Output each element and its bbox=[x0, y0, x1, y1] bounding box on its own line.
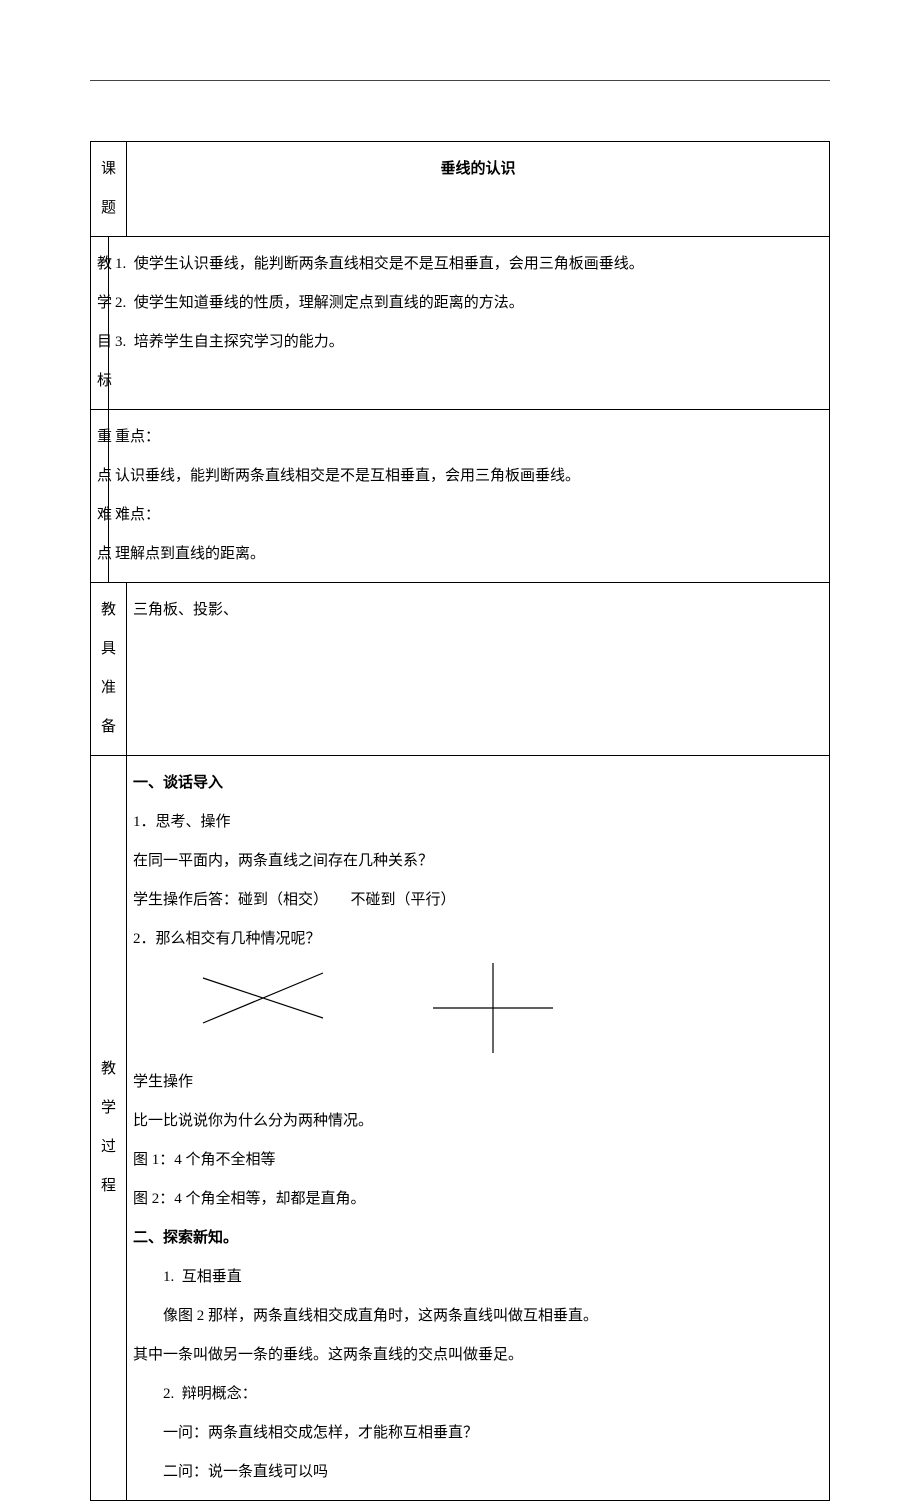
section-heading: 二、探索新知。 bbox=[133, 1219, 823, 1258]
process-line: 像图 2 那样，两条直线相交成直角时，这两条直线叫做互相垂直。 bbox=[133, 1297, 823, 1336]
process-line: 2. 辩明概念： bbox=[133, 1375, 823, 1414]
process-line: 1. 互相垂直 bbox=[133, 1258, 823, 1297]
objectives-label: 教 学 目 标 bbox=[91, 237, 109, 410]
objectives-content: 1. 使学生认识垂线，能判断两条直线相交是不是互相垂直，会用三角板画垂线。 2.… bbox=[109, 237, 830, 410]
key-diff-label: 重 点 难 点 bbox=[91, 410, 109, 583]
process-line: 学生操作 bbox=[133, 1063, 823, 1102]
process-line: 1．思考、操作 bbox=[133, 803, 823, 842]
process-line: 学生操作后答：碰到（相交） 不碰到（平行） bbox=[133, 881, 823, 920]
lesson-title: 垂线的认识 bbox=[127, 142, 830, 237]
process-content: 一、谈话导入 1．思考、操作 在同一平面内，两条直线之间存在几种关系？ 学生操作… bbox=[127, 756, 830, 1501]
tools-label: 教具准备 bbox=[91, 583, 127, 756]
lesson-plan-table: 课题 垂线的认识 教 学 目 标 1. 使学生认识垂线，能判断两条直线相交是不是… bbox=[90, 141, 830, 1501]
diff-text: 理解点到直线的距离。 bbox=[115, 535, 823, 574]
row-objectives: 教 学 目 标 1. 使学生认识垂线，能判断两条直线相交是不是互相垂直，会用三角… bbox=[91, 237, 830, 410]
key-label: 重点： bbox=[115, 418, 823, 457]
row-title: 课题 垂线的认识 bbox=[91, 142, 830, 237]
process-line: 比一比说说你为什么分为两种情况。 bbox=[133, 1102, 823, 1141]
process-line: 图 2：4 个角全相等，却都是直角。 bbox=[133, 1180, 823, 1219]
process-line: 图 1：4 个角不全相等 bbox=[133, 1141, 823, 1180]
objectives-item: 3. 培养学生自主探究学习的能力。 bbox=[115, 323, 823, 362]
process-line: 在同一平面内，两条直线之间存在几种关系？ bbox=[133, 842, 823, 881]
key-text: 认识垂线，能判断两条直线相交是不是互相垂直，会用三角板画垂线。 bbox=[115, 457, 823, 496]
diagrams bbox=[133, 963, 823, 1053]
objective-item: 2. 使学生知道垂线的性质，理解测定点到直线的距离的方法。 bbox=[115, 284, 823, 323]
row-tools: 教具准备 三角板、投影、 bbox=[91, 583, 830, 756]
key-diff-content: 重点： 认识垂线，能判断两条直线相交是不是互相垂直，会用三角板画垂线。 难点： … bbox=[109, 410, 830, 583]
process-line: 2．那么相交有几种情况呢？ bbox=[133, 920, 823, 959]
title-label: 课题 bbox=[91, 142, 127, 237]
diff-label: 难点： bbox=[115, 496, 823, 535]
tools-text: 三角板、投影、 bbox=[127, 583, 830, 756]
process-line: 其中一条叫做另一条的垂线。这两条直线的交点叫做垂足。 bbox=[133, 1336, 823, 1375]
page-header-rule bbox=[90, 80, 830, 81]
process-line: 一问：两条直线相交成怎样，才能称互相垂直？ bbox=[133, 1414, 823, 1453]
process-label: 教 学 过 程 bbox=[91, 756, 127, 1501]
process-line: 二问：说一条直线可以吗 bbox=[133, 1453, 823, 1492]
section-heading: 一、谈话导入 bbox=[133, 764, 823, 803]
objective-item: 1. 使学生认识垂线，能判断两条直线相交是不是互相垂直，会用三角板画垂线。 bbox=[115, 245, 823, 284]
intersecting-x-icon bbox=[193, 963, 333, 1033]
row-process: 教 学 过 程 一、谈话导入 1．思考、操作 在同一平面内，两条直线之间存在几种… bbox=[91, 756, 830, 1501]
perpendicular-cross-icon bbox=[433, 963, 553, 1053]
row-key-difficulty: 重 点 难 点 重点： 认识垂线，能判断两条直线相交是不是互相垂直，会用三角板画… bbox=[91, 410, 830, 583]
